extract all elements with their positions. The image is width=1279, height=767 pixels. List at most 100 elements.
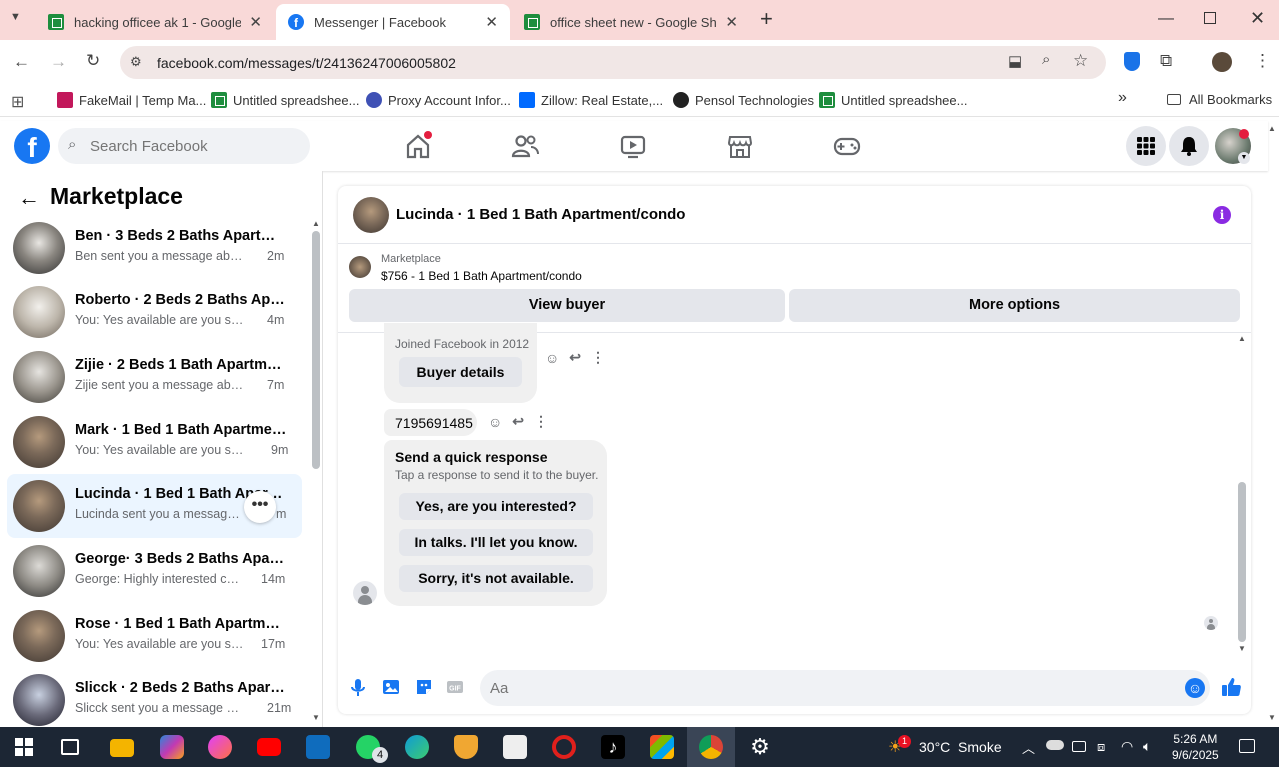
file-explorer-icon[interactable] xyxy=(110,739,134,757)
edge-icon[interactable] xyxy=(405,735,429,759)
chat-scroll-down[interactable]: ▼ xyxy=(1238,644,1246,653)
chat-avatar[interactable] xyxy=(353,197,389,233)
conversation-item[interactable]: Roberto · 2 Beds 2 Baths Apart... You: Y… xyxy=(7,280,302,344)
site-info-icon[interactable]: ⚙ xyxy=(130,54,142,70)
listing-title[interactable]: $756 - 1 Bed 1 Bath Apartment/condo xyxy=(381,269,582,283)
like-icon[interactable] xyxy=(1220,676,1242,698)
close-window-button[interactable]: ✕ xyxy=(1250,8,1265,29)
notifications-button[interactable] xyxy=(1169,126,1209,166)
tab-sheet-2[interactable]: office sheet new - Google Shee ✕ xyxy=(512,4,750,40)
info-icon[interactable]: i xyxy=(1213,206,1231,224)
volume-icon[interactable]: 🔈︎ xyxy=(1143,738,1151,755)
app-medal-icon[interactable] xyxy=(454,735,478,759)
emoji-icon[interactable]: ☺ xyxy=(1185,678,1205,698)
conversation-item[interactable]: George· 3 Beds 2 Baths Apartm... George:… xyxy=(7,539,302,603)
chat-scrollbar[interactable] xyxy=(1238,482,1246,642)
battery-icon[interactable] xyxy=(1072,741,1086,752)
extensions-icon[interactable]: ⧉ xyxy=(1160,51,1172,71)
conversation-item[interactable]: Slicck · 2 Beds 2 Baths Apartme... Slicc… xyxy=(7,668,302,727)
bookmark-proxy[interactable]: Proxy Account Infor... xyxy=(366,92,511,108)
marketplace-icon[interactable] xyxy=(725,131,755,161)
new-tab-button[interactable]: + xyxy=(760,6,773,32)
menu-grid-button[interactable] xyxy=(1126,126,1166,166)
close-icon[interactable]: ✕ xyxy=(249,13,262,31)
search-box[interactable]: ⌕ xyxy=(58,128,310,164)
close-icon[interactable]: ✕ xyxy=(725,13,738,31)
more-icon[interactable]: ⋮ xyxy=(591,349,605,366)
buyer-details-button[interactable]: Buyer details xyxy=(399,357,522,387)
page-scroll-down[interactable]: ▼ xyxy=(1268,713,1276,722)
sidebar-scroll-down[interactable]: ▼ xyxy=(312,713,320,722)
settings-icon[interactable]: ⚙ xyxy=(748,735,772,759)
watch-icon[interactable] xyxy=(618,131,648,161)
tiktok-icon[interactable]: ♪ xyxy=(601,735,625,759)
copilot-icon[interactable] xyxy=(160,735,184,759)
extension-shield-icon[interactable] xyxy=(1124,52,1140,71)
tray-expand-icon[interactable]: ︿ xyxy=(1022,738,1035,757)
all-bookmarks[interactable]: All Bookmarks xyxy=(1167,92,1272,107)
install-app-icon[interactable]: ⬓ xyxy=(1008,52,1022,70)
wifi-icon[interactable]: ◠ xyxy=(1121,738,1133,755)
sidebar-scroll-up[interactable]: ▲ xyxy=(312,219,320,228)
more-bookmarks-button[interactable]: » xyxy=(1118,89,1127,107)
microphone-icon[interactable] xyxy=(348,677,368,697)
bookmark-spreadsheet-2[interactable]: Untitled spreadshee... xyxy=(819,92,967,108)
url-text[interactable]: facebook.com/messages/t/2413624700600580… xyxy=(157,55,456,71)
notification-center-icon[interactable] xyxy=(1239,739,1255,753)
quick-response-in-talks[interactable]: In talks. I'll let you know. xyxy=(399,529,593,556)
message-input[interactable] xyxy=(480,670,1210,706)
windows-start-icon[interactable] xyxy=(12,735,36,759)
conversation-item[interactable]: Zijie · 2 Beds 1 Bath Apartment/... Ziji… xyxy=(7,345,302,409)
chrome-icon[interactable] xyxy=(699,735,723,759)
profile-avatar[interactable] xyxy=(1212,52,1232,72)
close-icon[interactable]: ✕ xyxy=(485,13,498,31)
network-icon[interactable]: ⧈ xyxy=(1097,739,1105,755)
outlook-icon[interactable] xyxy=(306,735,330,759)
weather-text[interactable]: 30°C Smoke xyxy=(919,739,1002,755)
apps-icon[interactable]: ⊞ xyxy=(11,92,24,112)
store-icon[interactable] xyxy=(650,735,674,759)
bookmark-zillow[interactable]: Zillow: Real Estate,... xyxy=(519,92,663,108)
more-options-button[interactable]: More options xyxy=(789,289,1240,322)
sidebar-scrollbar[interactable] xyxy=(312,231,320,469)
chat-title[interactable]: Lucinda · 1 Bed 1 Bath Apartment/condo xyxy=(396,206,685,223)
quick-response-not-available[interactable]: Sorry, it's not available. xyxy=(399,565,593,592)
page-scroll-up[interactable]: ▲ xyxy=(1268,124,1276,133)
tab-search-button[interactable]: ▼ xyxy=(10,11,28,29)
conversation-item[interactable]: Rose · 1 Bed 1 Bath Apartment/c... You: … xyxy=(7,604,302,668)
photo-icon[interactable] xyxy=(381,677,401,697)
back-icon[interactable]: ← xyxy=(13,52,30,72)
home-icon[interactable] xyxy=(403,131,433,161)
restore-button[interactable] xyxy=(1204,12,1216,24)
reply-icon[interactable]: ↩ xyxy=(512,413,524,430)
message-bubble[interactable]: 7195691485 xyxy=(384,409,477,436)
quick-response-yes[interactable]: Yes, are you interested? xyxy=(399,493,593,520)
youtube-icon[interactable] xyxy=(257,738,281,756)
view-buyer-button[interactable]: View buyer xyxy=(349,289,785,322)
app-icon[interactable] xyxy=(503,735,527,759)
opera-icon[interactable] xyxy=(552,735,576,759)
more-icon[interactable]: ⋮ xyxy=(534,413,548,430)
back-arrow-icon[interactable]: ← xyxy=(18,185,40,211)
account-chevron-icon[interactable]: ▼ xyxy=(1238,152,1250,164)
task-view-icon[interactable] xyxy=(61,739,79,755)
conversation-item-active[interactable]: Lucinda · 1 Bed 1 Bath Apartm... Lucinda… xyxy=(7,474,302,538)
chat-scroll-up[interactable]: ▲ xyxy=(1238,334,1246,343)
facebook-logo[interactable]: f xyxy=(14,128,50,164)
conversation-item[interactable]: Ben · 3 Beds 2 Baths Apartment... Ben se… xyxy=(7,216,302,280)
search-input[interactable] xyxy=(90,128,300,164)
bookmark-star-icon[interactable]: ☆ xyxy=(1073,51,1088,71)
address-bar[interactable]: ⚙ facebook.com/messages/t/24136247006005… xyxy=(120,46,1106,79)
menu-icon[interactable]: ⋮ xyxy=(1254,51,1271,71)
gaming-icon[interactable] xyxy=(832,131,862,161)
onedrive-icon[interactable] xyxy=(1046,740,1064,750)
forward-icon[interactable]: → xyxy=(50,52,67,72)
bookmark-pensol[interactable]: Pensol Technologies xyxy=(673,92,814,108)
sticker-icon[interactable] xyxy=(414,677,434,697)
gif-icon[interactable]: GIF xyxy=(445,677,465,697)
app-icon[interactable] xyxy=(208,735,232,759)
bookmark-spreadsheet-1[interactable]: Untitled spreadshee... xyxy=(211,92,359,108)
zoom-icon[interactable]: ⌕ xyxy=(1042,51,1050,68)
tab-sheet-1[interactable]: hacking officee ak 1 - Google Sh ✕ xyxy=(36,4,274,40)
clock[interactable]: 5:26 AM 9/6/2025 xyxy=(1172,731,1219,763)
